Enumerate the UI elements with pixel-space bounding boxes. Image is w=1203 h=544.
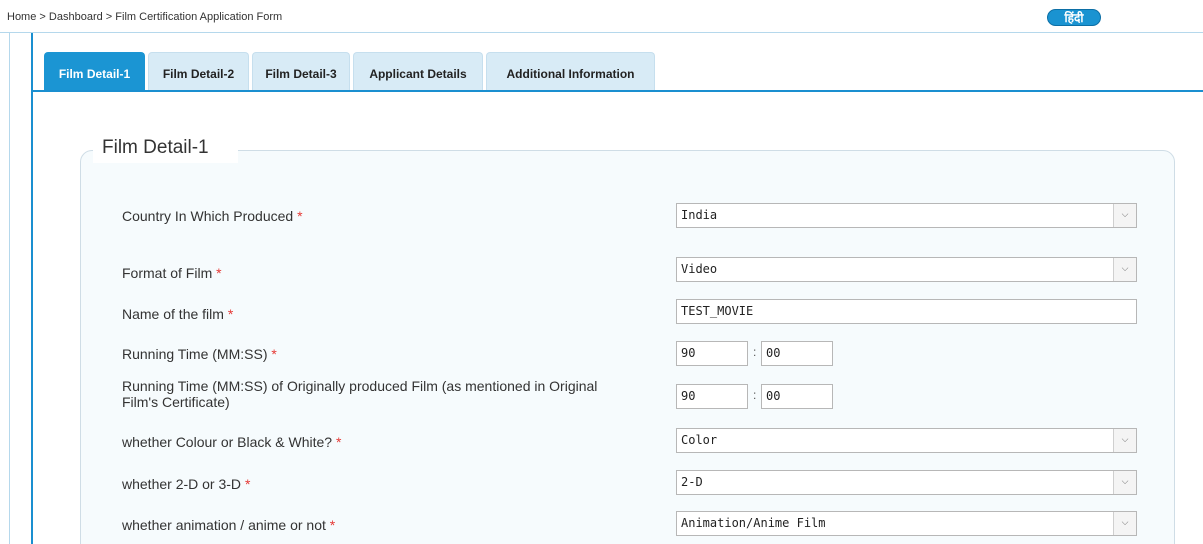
- format-label: Format of Film *: [122, 265, 222, 281]
- dimension-select[interactable]: 2-D ⌵: [676, 470, 1137, 495]
- time-separator: :: [753, 345, 757, 359]
- original-running-time-minutes-input[interactable]: 90: [676, 384, 748, 409]
- animation-label: whether animation / anime or not *: [122, 517, 335, 533]
- country-select[interactable]: India ⌵: [676, 203, 1137, 228]
- country-label-text: Country In Which Produced: [122, 208, 294, 224]
- required-mark: *: [216, 265, 222, 281]
- film-name-label-text: Name of the film: [122, 306, 224, 322]
- colour-select-value: Color: [681, 433, 718, 447]
- required-mark: *: [244, 476, 251, 492]
- breadcrumb-separator: >: [105, 11, 113, 23]
- required-mark: *: [297, 208, 303, 224]
- chevron-down-icon: ⌵: [1113, 429, 1136, 452]
- breadcrumb-home[interactable]: Home: [7, 11, 36, 23]
- breadcrumb-current: Film Certification Application Form: [115, 11, 283, 23]
- format-label-text: Format of Film: [122, 265, 213, 281]
- tab-underline: [33, 90, 1203, 92]
- original-running-time-seconds-input[interactable]: 00: [761, 384, 833, 409]
- time-separator: :: [753, 388, 757, 402]
- running-time-label: Running Time (MM:SS) *: [122, 346, 277, 362]
- chevron-down-icon: ⌵: [1113, 258, 1136, 281]
- frame-border: [9, 33, 10, 544]
- tab-additional-information[interactable]: Additional Information: [486, 52, 655, 91]
- format-select-value: Video: [681, 262, 718, 276]
- dimension-label-text: whether 2-D or 3-D: [122, 476, 242, 492]
- required-mark: *: [271, 346, 277, 362]
- tab-applicant-details[interactable]: Applicant Details: [353, 52, 483, 91]
- chevron-down-icon: ⌵: [1113, 471, 1136, 494]
- required-mark: *: [335, 434, 342, 450]
- tab-film-detail-2[interactable]: Film Detail-2: [148, 52, 249, 91]
- top-bar: Home > Dashboard > Film Certification Ap…: [0, 0, 1203, 33]
- film-name-input[interactable]: TEST_MOVIE: [676, 299, 1137, 324]
- breadcrumb-dashboard[interactable]: Dashboard: [49, 11, 103, 23]
- original-running-time-label: Running Time (MM:SS) of Originally produ…: [122, 378, 667, 410]
- animation-select-value: Animation/Anime Film: [681, 516, 826, 530]
- breadcrumb: Home > Dashboard > Film Certification Ap…: [7, 11, 282, 23]
- chevron-down-icon: ⌵: [1113, 512, 1136, 535]
- required-mark: *: [329, 517, 336, 533]
- section-title: Film Detail-1: [93, 137, 218, 159]
- dimension-label: whether 2-D or 3-D *: [122, 476, 250, 492]
- country-select-value: India: [681, 208, 718, 222]
- chevron-down-icon: ⌵: [1113, 204, 1136, 227]
- content-left-border: [31, 33, 33, 544]
- dimension-select-value: 2-D: [681, 475, 703, 489]
- breadcrumb-separator: >: [39, 11, 46, 23]
- colour-label-text: whether Colour or Black & White?: [122, 434, 333, 450]
- language-toggle-button[interactable]: हिंदी: [1047, 9, 1101, 26]
- original-running-time-label-line2: Film's Certificate): [122, 394, 230, 410]
- tab-film-detail-3[interactable]: Film Detail-3: [252, 52, 350, 91]
- film-name-label: Name of the film *: [122, 306, 233, 322]
- colour-select[interactable]: Color ⌵: [676, 428, 1137, 453]
- required-mark: *: [227, 306, 234, 322]
- original-running-time-label-line1: Running Time (MM:SS) of Originally produ…: [122, 378, 598, 394]
- running-time-label-text: Running Time (MM:SS): [122, 346, 268, 362]
- format-select[interactable]: Video ⌵: [676, 257, 1137, 282]
- country-label: Country In Which Produced *: [122, 208, 303, 224]
- tab-film-detail-1[interactable]: Film Detail-1: [44, 52, 145, 91]
- page: Home > Dashboard > Film Certification Ap…: [0, 0, 1203, 544]
- animation-select[interactable]: Animation/Anime Film ⌵: [676, 511, 1137, 536]
- colour-label: whether Colour or Black & White? *: [122, 434, 341, 450]
- animation-label-text: whether animation / anime or not: [122, 517, 326, 533]
- running-time-minutes-input[interactable]: 90: [676, 341, 748, 366]
- running-time-seconds-input[interactable]: 00: [761, 341, 833, 366]
